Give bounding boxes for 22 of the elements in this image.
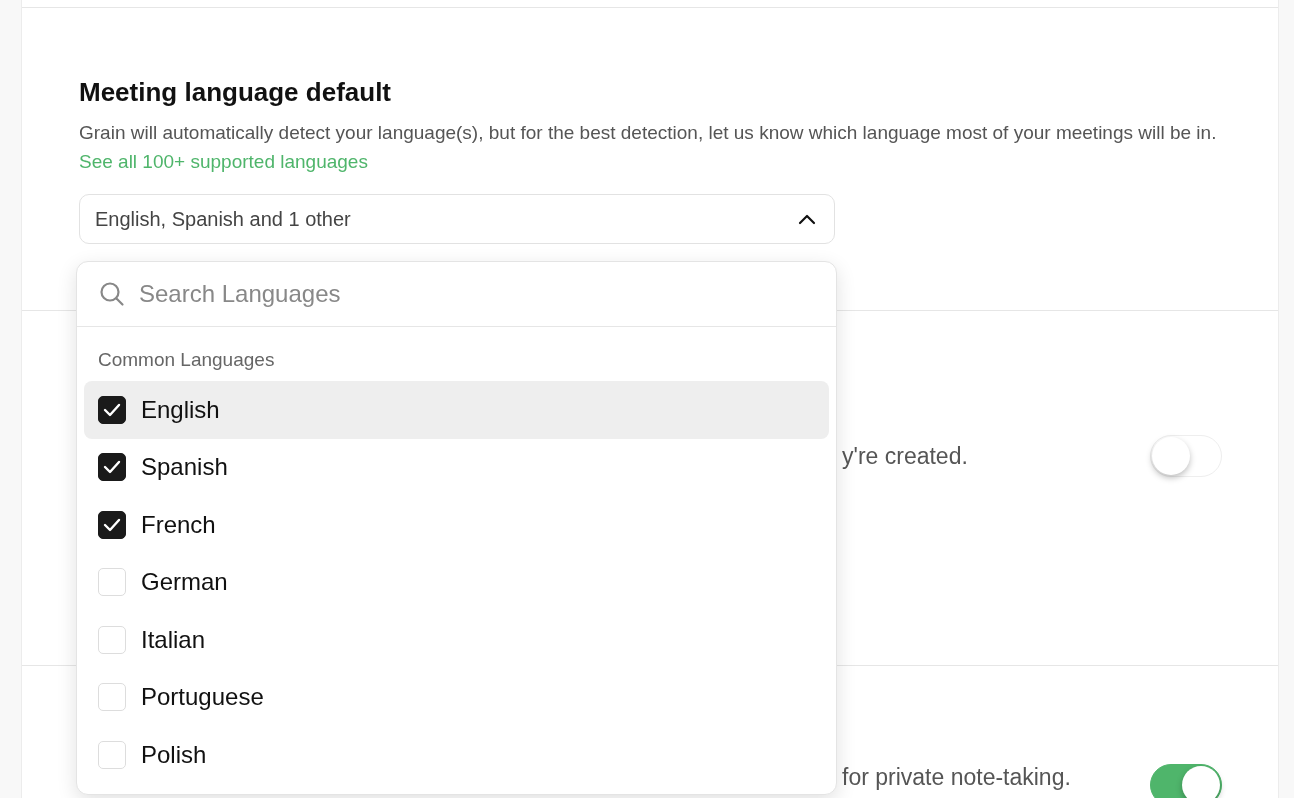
language-option[interactable]: Italian [84,611,829,669]
check-icon [103,460,121,475]
checkbox[interactable] [98,453,126,482]
chevron-icon [798,213,816,225]
toggle-switch[interactable] [1150,764,1222,798]
section-title: Meeting language default [79,76,393,108]
check-icon [103,517,121,532]
language-option[interactable]: German [84,553,829,611]
setting-description: for private note-taking. [842,764,1071,791]
setting-description: y're created. [842,442,968,470]
search-icon [99,281,125,307]
language-option[interactable]: Portuguese [84,668,829,726]
checkbox[interactable] [98,510,126,539]
language-option[interactable]: English [84,381,829,439]
language-option[interactable]: French [84,496,829,554]
language-option[interactable]: Polish [84,726,829,784]
language-option[interactable]: Spanish [84,438,829,496]
checkbox[interactable] [98,395,126,424]
language-dropdown[interactable]: English, Spanish and 1 other [79,194,835,244]
section-description: Grain will automatically detect your language(s), but for the best detection, let us know which language most of your meetings will be in. See all 100+ supported languages [79,121,1218,174]
check-icon [103,402,121,417]
group-label: Common Languages [98,349,275,371]
